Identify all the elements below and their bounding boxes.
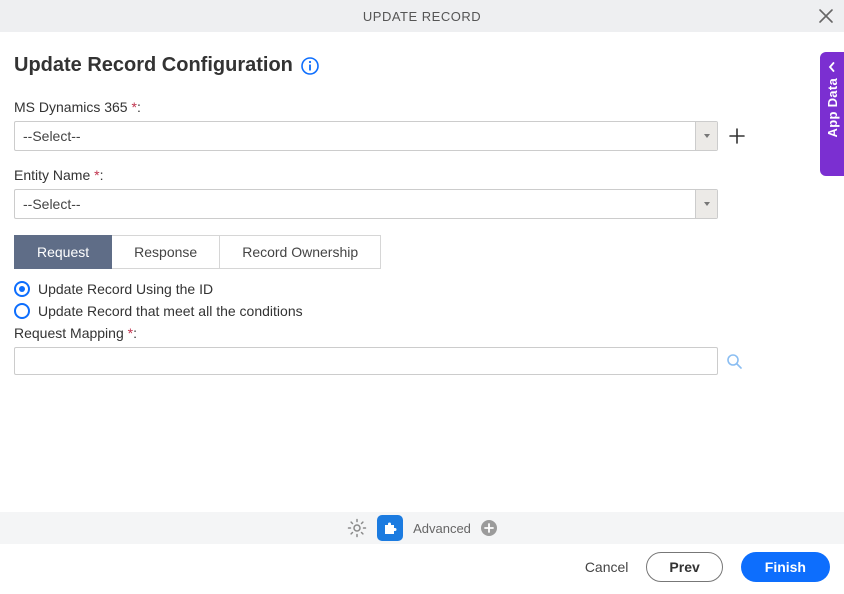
prev-button[interactable]: Prev	[646, 552, 722, 582]
mapping-picker-button[interactable]	[726, 353, 742, 369]
modal-title: UPDATE RECORD	[363, 9, 481, 24]
request-mapping-input[interactable]	[14, 347, 718, 375]
cancel-button[interactable]: Cancel	[585, 559, 629, 575]
dynamics-value: --Select--	[15, 122, 695, 150]
chevron-left-icon	[827, 62, 837, 72]
button-bar: Cancel Prev Finish	[585, 552, 830, 582]
radio-label: Update Record that meet all the conditio…	[38, 303, 303, 319]
content-area: Update Record Configuration MS Dynamics …	[0, 32, 844, 375]
puzzle-icon	[382, 520, 398, 536]
entity-select[interactable]: --Select--	[14, 189, 718, 219]
advanced-label: Advanced	[413, 521, 471, 536]
radio-icon	[14, 281, 30, 297]
entity-value: --Select--	[15, 190, 695, 218]
radio-update-by-id[interactable]: Update Record Using the ID	[14, 281, 830, 297]
settings-button[interactable]	[347, 518, 367, 538]
tabs: Request Response Record Ownership	[14, 235, 830, 269]
info-icon[interactable]	[301, 57, 319, 75]
footer-toolbar: Advanced	[0, 512, 844, 544]
app-data-label: App Data	[825, 78, 840, 137]
tab-request[interactable]: Request	[14, 235, 112, 269]
close-icon	[818, 8, 834, 24]
request-mapping-label: Request Mapping *:	[14, 325, 830, 341]
radio-update-by-conditions[interactable]: Update Record that meet all the conditio…	[14, 303, 830, 319]
radio-icon	[14, 303, 30, 319]
app-data-panel-toggle[interactable]: App Data	[820, 52, 844, 176]
dynamics-label: MS Dynamics 365 *:	[14, 99, 830, 115]
close-button[interactable]	[818, 8, 834, 24]
plus-icon	[728, 127, 746, 145]
page-title: Update Record Configuration	[14, 54, 293, 77]
tab-response[interactable]: Response	[112, 235, 220, 269]
plus-icon	[484, 523, 494, 533]
tab-record-ownership[interactable]: Record Ownership	[220, 235, 381, 269]
chevron-down-icon	[695, 122, 717, 150]
finish-button[interactable]: Finish	[741, 552, 830, 582]
entity-label: Entity Name *:	[14, 167, 830, 183]
radio-label: Update Record Using the ID	[38, 281, 213, 297]
add-dynamics-button[interactable]	[728, 127, 746, 145]
dynamics-select[interactable]: --Select--	[14, 121, 718, 151]
advanced-expand-button[interactable]	[481, 520, 497, 536]
chevron-down-icon	[695, 190, 717, 218]
integration-button[interactable]	[377, 515, 403, 541]
search-icon	[726, 353, 742, 369]
modal-header: UPDATE RECORD	[0, 0, 844, 32]
gear-icon	[347, 518, 367, 538]
